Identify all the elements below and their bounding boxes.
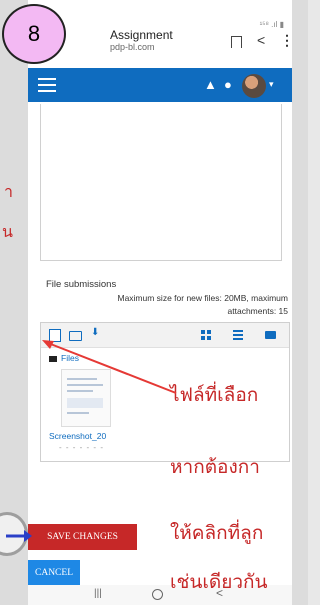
file-thumbnail[interactable] bbox=[61, 369, 111, 427]
page-url: pdp-bl.com bbox=[110, 42, 155, 52]
file-picker-toolbar: ⬇ bbox=[41, 323, 289, 348]
view-icons-icon[interactable] bbox=[201, 330, 211, 340]
view-list-icon[interactable] bbox=[233, 330, 243, 340]
page-title: Assignment bbox=[110, 28, 173, 42]
file-submissions-label: File submissions bbox=[46, 279, 117, 290]
folder-icon bbox=[49, 356, 57, 362]
annotation-line-4: เช่นเดียวกัน bbox=[170, 571, 268, 593]
file-name-tail: - - - - - - - bbox=[59, 443, 104, 452]
chevron-down-icon[interactable]: ▾ bbox=[269, 79, 274, 90]
annotation-line-1: ไฟล์ที่เลือก bbox=[170, 384, 259, 406]
download-icon[interactable]: ⬇ bbox=[91, 327, 99, 338]
annotation-line-3: ให้คลิกที่ลูก bbox=[170, 522, 264, 544]
status-icons: ¹⁵⁸ .ıl ▮ bbox=[259, 20, 284, 29]
annotation-line-2: หากต้องกา bbox=[170, 456, 260, 478]
max-size-note: Maximum size for new files: 20MB, maximu… bbox=[117, 293, 288, 303]
bell-icon[interactable]: ▲ bbox=[204, 77, 217, 92]
breadcrumb[interactable]: Files bbox=[61, 353, 79, 363]
file-name[interactable]: Screenshot_20 bbox=[49, 431, 106, 441]
top-navbar: ▲ ● ▾ bbox=[28, 68, 292, 102]
hamburger-icon[interactable] bbox=[38, 78, 56, 92]
view-tree-icon[interactable] bbox=[265, 331, 276, 339]
create-folder-icon[interactable] bbox=[69, 331, 82, 341]
recents-icon[interactable]: ||| bbox=[94, 588, 102, 599]
avatar[interactable] bbox=[242, 74, 266, 98]
more-options-icon[interactable]: ⋮ bbox=[280, 32, 292, 49]
cancel-button[interactable]: CANCEL bbox=[28, 560, 80, 585]
step-number-badge: 8 bbox=[2, 4, 66, 64]
chat-icon[interactable]: ● bbox=[224, 77, 232, 92]
app-header: ¹⁵⁸ .ıl ▮ Assignment pdp-bl.com < ⋮ bbox=[28, 0, 292, 68]
max-attachments-note: attachments: 15 bbox=[227, 306, 288, 316]
add-file-icon[interactable] bbox=[49, 329, 61, 342]
bookmark-icon[interactable] bbox=[231, 36, 242, 48]
phone-screen: ¹⁵⁸ .ıl ▮ Assignment pdp-bl.com < ⋮ ▲ ● … bbox=[28, 0, 292, 605]
annotation-left-2: น bbox=[2, 222, 13, 241]
background-right bbox=[292, 0, 308, 605]
share-icon[interactable]: < bbox=[257, 32, 265, 48]
home-icon[interactable] bbox=[152, 589, 163, 600]
online-text-editor[interactable] bbox=[40, 104, 282, 261]
save-changes-button[interactable]: SAVE CHANGES bbox=[28, 524, 137, 550]
annotation-left-1: า bbox=[4, 182, 13, 201]
